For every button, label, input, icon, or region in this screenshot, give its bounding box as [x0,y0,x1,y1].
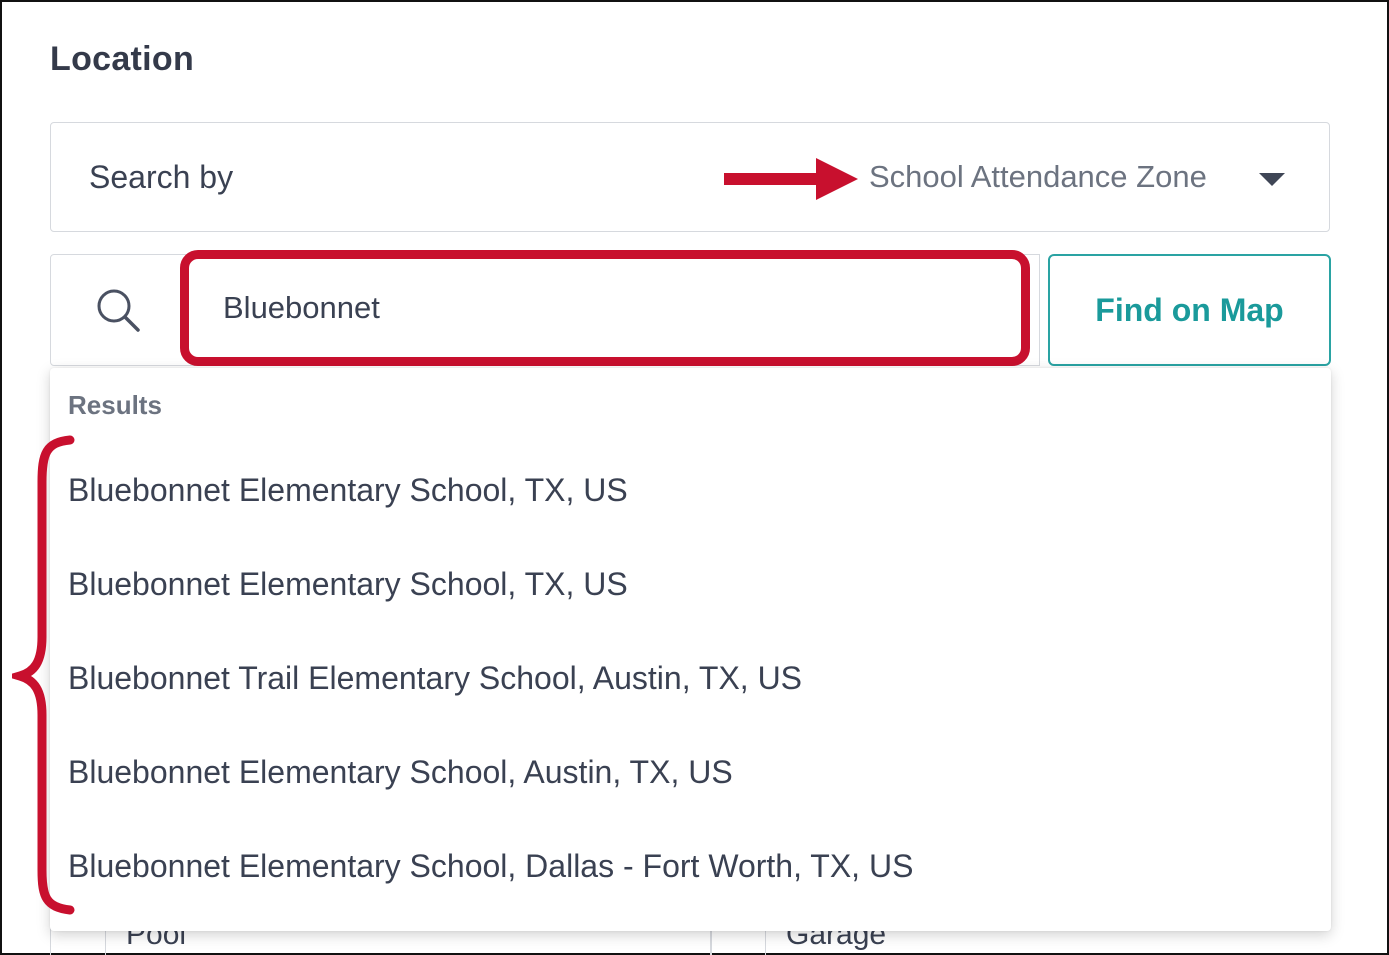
section-title: Location [50,40,195,78]
result-item[interactable]: Bluebonnet Elementary School, Dallas - F… [68,848,913,885]
results-heading: Results [68,390,162,420]
result-item[interactable]: Bluebonnet Trail Elementary School, Aust… [68,660,802,697]
result-item[interactable]: Bluebonnet Elementary School, TX, US [68,566,628,603]
find-on-map-button[interactable]: Find on Map [1048,254,1331,366]
search-icon [97,289,140,332]
search-input[interactable] [180,250,1030,366]
search-by-label: Search by [89,159,234,195]
search-by-selected-value[interactable]: School Attendance Zone [869,159,1207,195]
search-by-select[interactable]: Search by School Attendance Zone [50,122,1330,232]
caret-down-icon[interactable] [1259,173,1285,186]
results-dropdown: Results Bluebonnet Elementary School, TX… [50,368,1331,931]
annotation-brace-icon [12,435,75,915]
result-item[interactable]: Bluebonnet Elementary School, Austin, TX… [68,754,733,791]
annotation-arrow-icon [724,158,858,200]
result-item[interactable]: Bluebonnet Elementary School, TX, US [68,472,628,509]
